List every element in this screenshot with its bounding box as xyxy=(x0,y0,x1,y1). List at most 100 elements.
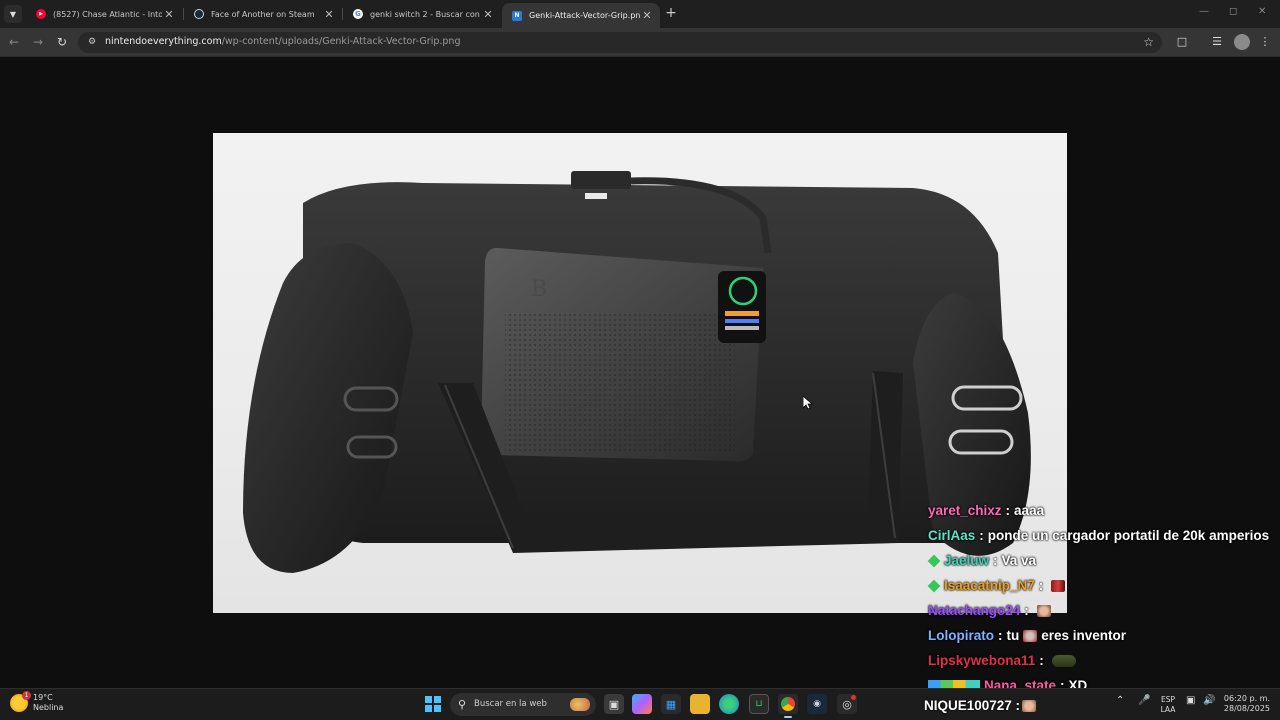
weather-desc: Neblina xyxy=(33,703,64,712)
language-indicator[interactable]: ESP LAA xyxy=(1156,695,1180,714)
new-tab-button[interactable]: + xyxy=(662,5,680,23)
chat-separator: : xyxy=(1039,653,1044,668)
url-path: /wp-content/uploads/Genki-Attack-Vector-… xyxy=(221,36,461,47)
tab-image-active[interactable]: N Genki-Attack-Vector-Grip.png ( ✕ xyxy=(502,3,660,28)
chat-separator: : xyxy=(1038,578,1044,593)
menu-kebab-icon[interactable]: ⋮ xyxy=(1257,34,1273,50)
google-icon: G xyxy=(353,9,363,19)
mouse-cursor-icon xyxy=(803,396,813,410)
recording-dot xyxy=(851,695,856,700)
search-icon: ⚲ xyxy=(458,698,467,711)
chat-separator: : xyxy=(993,553,998,568)
terminal-glyph: ⊔ xyxy=(755,699,763,709)
chat-text-continued: eres inventor xyxy=(1041,628,1127,643)
copilot-icon[interactable] xyxy=(632,694,652,714)
obs-icon[interactable]: ◎ xyxy=(837,694,857,714)
forward-arrow-icon[interactable]: → xyxy=(30,34,46,50)
chat-message: Natachango24 : xyxy=(928,598,1280,623)
taskbar-search-box[interactable]: ⚲ Buscar en la web xyxy=(450,693,596,716)
chat-separator: : xyxy=(1024,603,1029,618)
chrome-logo xyxy=(781,697,795,711)
browser-tabstrip: ▼ ▶ (8527) Chase Atlantic - Into It ( ✕ … xyxy=(0,0,1280,28)
terminal-icon[interactable]: ⊔ xyxy=(749,694,769,714)
maximize-icon[interactable]: ◻ xyxy=(1229,6,1237,17)
chat-message: Isaacatnip_N7 : xyxy=(927,573,1280,598)
media-controls-icon[interactable]: ☰ xyxy=(1209,34,1225,50)
chat-username: Lolopirato xyxy=(928,628,994,643)
close-icon[interactable]: ✕ xyxy=(322,8,336,21)
chat-username: Lipskywebona11 xyxy=(928,653,1036,668)
close-icon[interactable]: ✕ xyxy=(162,8,176,21)
windows-taskbar: 1 19°C Neblina ⚲ Buscar en la web ▣ ▦ ⊔ … xyxy=(0,688,1280,720)
steam-icon xyxy=(194,9,204,19)
windows-logo-pane xyxy=(425,696,432,703)
edge-icon[interactable] xyxy=(719,694,739,714)
windows-logo-pane xyxy=(425,705,432,712)
close-icon[interactable]: ✕ xyxy=(640,9,654,22)
url-text[interactable]: nintendoeverything.com/wp-content/upload… xyxy=(105,36,460,47)
reload-icon[interactable]: ↻ xyxy=(54,34,70,50)
back-arrow-icon[interactable]: ← xyxy=(6,34,22,50)
chevron-down-icon: ▼ xyxy=(9,9,17,19)
tab-title: genki switch 2 - Buscar con Go xyxy=(370,9,481,19)
chat-partial-message: NIQUE100727 : xyxy=(924,698,1021,713)
windows-logo-pane xyxy=(434,705,441,712)
tab-search-button[interactable]: ▼ xyxy=(4,5,22,23)
obs-glyph: ◎ xyxy=(842,697,852,711)
nintendoeverything-icon: N xyxy=(512,10,522,21)
show-hidden-icons-chevron-icon[interactable]: ⌃ xyxy=(1116,695,1124,706)
chat-message: Lolopirato : tu eres inventor xyxy=(928,623,1280,648)
tank-emote-icon xyxy=(1051,654,1076,667)
tab-title: Genki-Attack-Vector-Grip.png ( xyxy=(529,11,640,20)
microphone-icon[interactable]: 🎤 xyxy=(1138,695,1150,706)
youtube-icon: ▶ xyxy=(36,9,46,19)
green-diamond-badge-icon xyxy=(927,554,941,567)
windows-start-button[interactable] xyxy=(425,696,441,712)
windows-logo-pane xyxy=(434,696,441,703)
face-emote-icon xyxy=(1022,700,1036,712)
address-bar[interactable]: ⚙ nintendoeverything.com/wp-content/uplo… xyxy=(78,32,1162,53)
file-explorer-icon[interactable] xyxy=(690,694,710,714)
chat-username: Isaacatnip_N7 xyxy=(944,578,1035,593)
chrome-icon[interactable] xyxy=(778,694,798,718)
store-icon[interactable]: ▦ xyxy=(661,694,681,714)
taskbar-clock[interactable]: 06:20 p. m. 28/08/2025 xyxy=(1222,694,1270,714)
tab-google[interactable]: G genki switch 2 - Buscar con Go ✕ xyxy=(343,3,501,25)
site-info-icon[interactable]: ⚙ xyxy=(86,36,98,48)
green-diamond-badge-icon xyxy=(927,579,941,592)
store-glyph: ▦ xyxy=(665,697,677,711)
tab-title: (8527) Chase Atlantic - Into It ( xyxy=(53,9,162,19)
chat-separator: : xyxy=(998,628,1003,643)
clock-time: 06:20 p. m. xyxy=(1223,694,1270,703)
profile-avatar[interactable] xyxy=(1234,34,1250,50)
minimize-icon[interactable]: — xyxy=(1199,6,1209,17)
clock-date: 28/08/2025 xyxy=(1223,704,1270,713)
bookmark-star-icon[interactable]: ☆ xyxy=(1143,35,1154,49)
weather-sun-icon: 1 xyxy=(10,691,31,712)
notification-badge: 1 xyxy=(22,691,31,700)
chat-separator: : xyxy=(979,528,984,543)
chat-username: CirlAas xyxy=(928,528,976,543)
close-icon[interactable]: ✕ xyxy=(481,8,495,21)
steam-taskbar-icon[interactable]: ◉ xyxy=(807,694,827,714)
tab-youtube[interactable]: ▶ (8527) Chase Atlantic - Into It ( ✕ xyxy=(26,3,182,25)
chat-text: tu xyxy=(1006,628,1020,643)
search-placeholder: Buscar en la web xyxy=(474,699,547,709)
network-icon[interactable]: ▣ xyxy=(1186,695,1195,706)
url-host: nintendoeverything.com xyxy=(105,36,222,47)
close-window-icon[interactable]: ✕ xyxy=(1258,6,1266,17)
svg-text:B: B xyxy=(531,277,547,302)
tab-steam[interactable]: Face of Another on Steam ✕ xyxy=(184,3,342,25)
chat-username: yaret_chixz xyxy=(928,503,1002,518)
pixel-emote-icon xyxy=(1051,579,1066,592)
chat-text: aaaa xyxy=(1014,503,1045,518)
extensions-icon[interactable]: □ xyxy=(1174,34,1190,50)
chat-message: Jaeluw : Va va xyxy=(927,548,1280,573)
weather-widget[interactable]: 1 19°C Neblina xyxy=(10,691,64,713)
browser-toolbar: ← → ↻ ⚙ nintendoeverything.com/wp-conten… xyxy=(0,28,1280,57)
chat-username: Natachango24 xyxy=(928,603,1021,618)
face-emote-icon xyxy=(1036,604,1051,617)
chat-message: Lipskywebona11 : xyxy=(928,648,1280,673)
task-view-icon[interactable]: ▣ xyxy=(604,694,624,714)
volume-icon[interactable]: 🔊 xyxy=(1203,695,1215,706)
